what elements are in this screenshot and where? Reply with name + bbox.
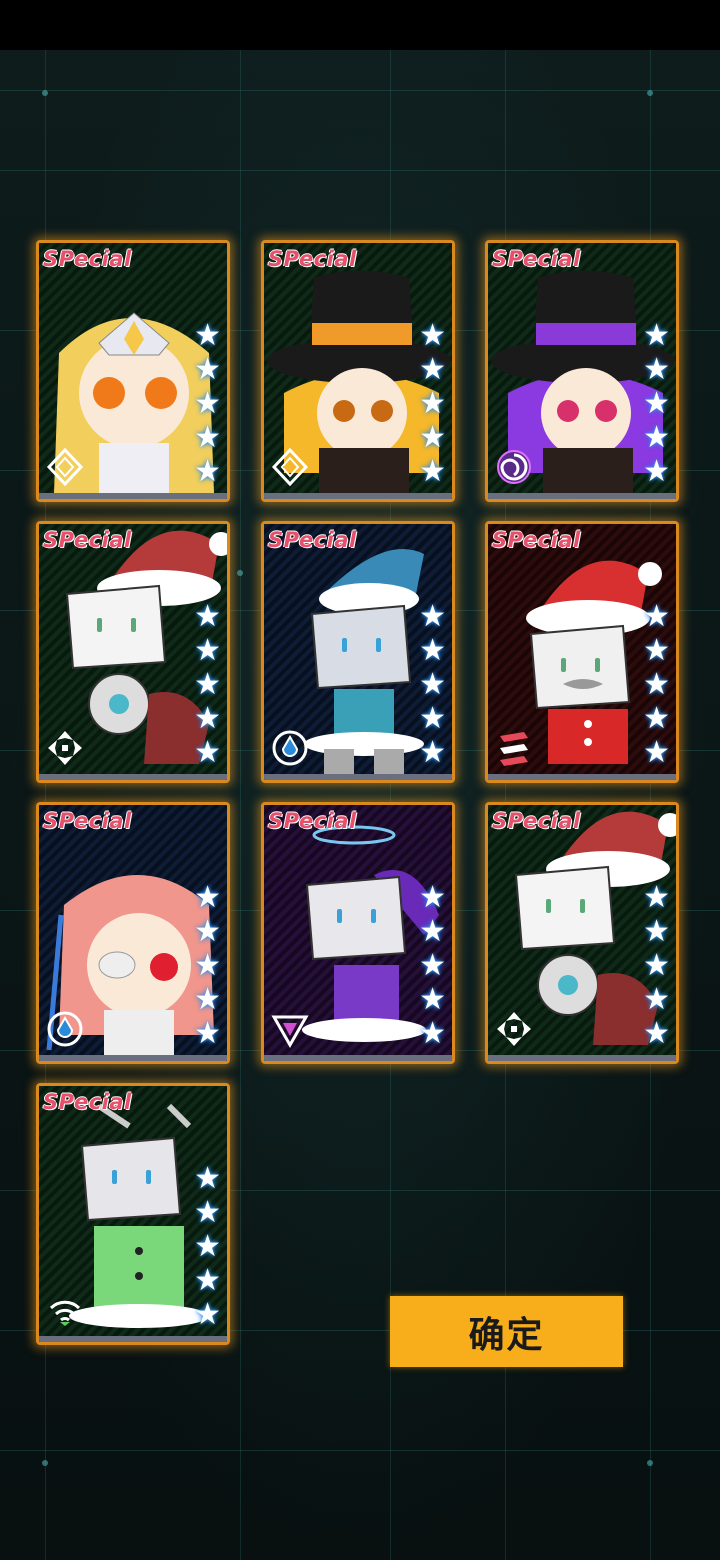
star-icon: ★ bbox=[194, 1162, 221, 1195]
star-rating: ★ ★ ★ ★ ★ bbox=[643, 883, 670, 1049]
rarity-label: SPecial bbox=[492, 809, 581, 833]
star-icon: ★ bbox=[419, 702, 446, 735]
star-rating: ★ ★ ★ ★ ★ bbox=[194, 321, 221, 487]
star-icon: ★ bbox=[419, 668, 446, 701]
star-icon: ★ bbox=[643, 421, 670, 454]
crosshair-class-icon bbox=[497, 1012, 531, 1046]
rarity-label: SPecial bbox=[268, 247, 357, 271]
star-rating: ★ ★ ★ ★ ★ bbox=[194, 883, 221, 1049]
star-icon: ★ bbox=[194, 455, 221, 488]
star-icon: ★ bbox=[419, 353, 446, 386]
star-icon: ★ bbox=[194, 1196, 221, 1229]
rarity-label: SPecial bbox=[268, 528, 357, 552]
triangle-class-icon bbox=[271, 1015, 309, 1049]
star-icon: ★ bbox=[643, 319, 670, 352]
star-icon: ★ bbox=[194, 1264, 221, 1297]
star-icon: ★ bbox=[643, 702, 670, 735]
star-icon: ★ bbox=[194, 1298, 221, 1331]
star-icon: ★ bbox=[643, 387, 670, 420]
star-rating: ★ ★ ★ ★ ★ bbox=[643, 602, 670, 768]
star-icon: ★ bbox=[643, 455, 670, 488]
star-icon: ★ bbox=[194, 736, 221, 769]
character-card[interactable]: SPecial ★ ★ ★ ★ ★ bbox=[261, 521, 455, 783]
star-icon: ★ bbox=[194, 1230, 221, 1263]
star-icon: ★ bbox=[643, 949, 670, 982]
star-icon: ★ bbox=[643, 881, 670, 914]
slash-class-icon bbox=[500, 732, 528, 766]
diamond-class-icon bbox=[46, 447, 84, 487]
diamond-class-icon bbox=[271, 447, 309, 487]
star-icon: ★ bbox=[419, 949, 446, 982]
star-rating: ★ ★ ★ ★ ★ bbox=[643, 321, 670, 487]
character-card[interactable]: SPecial ★ ★ ★ ★ ★ bbox=[36, 521, 230, 783]
star-icon: ★ bbox=[419, 634, 446, 667]
star-icon: ★ bbox=[419, 421, 446, 454]
drop-class-icon bbox=[272, 730, 308, 766]
confirm-button[interactable]: 确定 bbox=[390, 1296, 623, 1367]
star-icon: ★ bbox=[643, 915, 670, 948]
rarity-label: SPecial bbox=[43, 1090, 132, 1114]
character-card[interactable]: SPecial ★ ★ ★ ★ ★ bbox=[261, 240, 455, 502]
star-icon: ★ bbox=[194, 915, 221, 948]
star-icon: ★ bbox=[643, 736, 670, 769]
star-rating: ★ ★ ★ ★ ★ bbox=[419, 602, 446, 768]
swirl-class-icon bbox=[497, 450, 531, 484]
star-icon: ★ bbox=[419, 915, 446, 948]
rarity-label: SPecial bbox=[43, 809, 132, 833]
star-icon: ★ bbox=[643, 668, 670, 701]
star-icon: ★ bbox=[194, 387, 221, 420]
star-rating: ★ ★ ★ ★ ★ bbox=[419, 321, 446, 487]
star-icon: ★ bbox=[194, 634, 221, 667]
star-icon: ★ bbox=[419, 881, 446, 914]
star-icon: ★ bbox=[194, 319, 221, 352]
drop-class-icon bbox=[47, 1011, 83, 1047]
star-icon: ★ bbox=[643, 634, 670, 667]
star-icon: ★ bbox=[194, 983, 221, 1016]
signal-class-icon bbox=[49, 1300, 81, 1326]
star-icon: ★ bbox=[194, 600, 221, 633]
star-icon: ★ bbox=[419, 319, 446, 352]
star-icon: ★ bbox=[643, 353, 670, 386]
star-icon: ★ bbox=[194, 353, 221, 386]
star-icon: ★ bbox=[419, 600, 446, 633]
star-rating: ★ ★ ★ ★ ★ bbox=[419, 883, 446, 1049]
star-rating: ★ ★ ★ ★ ★ bbox=[194, 602, 221, 768]
star-icon: ★ bbox=[419, 983, 446, 1016]
star-icon: ★ bbox=[419, 736, 446, 769]
character-card[interactable]: SPecial ★ ★ ★ ★ ★ bbox=[36, 1083, 230, 1345]
character-card[interactable]: SPecial ★ ★ ★ ★ ★ bbox=[485, 521, 679, 783]
star-icon: ★ bbox=[194, 668, 221, 701]
star-icon: ★ bbox=[194, 421, 221, 454]
star-icon: ★ bbox=[643, 1017, 670, 1050]
rarity-label: SPecial bbox=[43, 247, 132, 271]
rarity-label: SPecial bbox=[43, 528, 132, 552]
character-card[interactable]: SPecial ★ ★ ★ ★ ★ bbox=[485, 802, 679, 1064]
star-icon: ★ bbox=[194, 949, 221, 982]
star-icon: ★ bbox=[419, 455, 446, 488]
rarity-label: SPecial bbox=[492, 528, 581, 552]
star-icon: ★ bbox=[643, 600, 670, 633]
star-icon: ★ bbox=[194, 881, 221, 914]
rarity-label: SPecial bbox=[268, 809, 357, 833]
character-card[interactable]: SPecial ★ ★ ★ ★ ★ bbox=[485, 240, 679, 502]
star-icon: ★ bbox=[419, 1017, 446, 1050]
star-rating: ★ ★ ★ ★ ★ bbox=[194, 1164, 221, 1330]
star-icon: ★ bbox=[194, 702, 221, 735]
star-icon: ★ bbox=[643, 983, 670, 1016]
status-bar bbox=[0, 0, 720, 50]
star-icon: ★ bbox=[194, 1017, 221, 1050]
character-card[interactable]: SPecial ★ ★ ★ ★ ★ bbox=[36, 240, 230, 502]
character-card[interactable]: SPecial ★ ★ ★ ★ ★ bbox=[261, 802, 455, 1064]
rarity-label: SPecial bbox=[492, 247, 581, 271]
crosshair-class-icon bbox=[48, 731, 82, 765]
star-icon: ★ bbox=[419, 387, 446, 420]
character-card[interactable]: SPecial ★ ★ ★ ★ ★ bbox=[36, 802, 230, 1064]
